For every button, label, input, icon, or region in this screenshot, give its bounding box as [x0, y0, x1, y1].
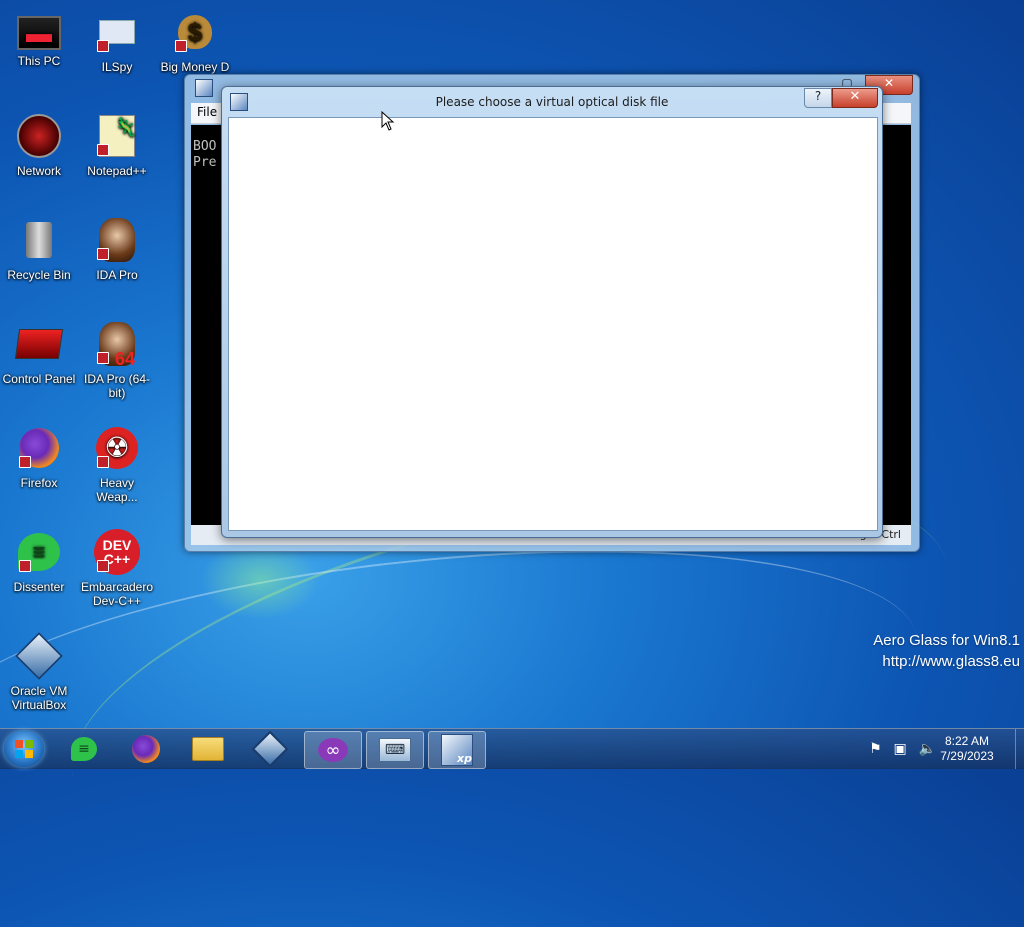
- wallpaper-glow: [200, 540, 320, 620]
- mouse-cursor-icon: [381, 111, 395, 131]
- desktop-icon-label: Network: [16, 164, 61, 178]
- control-panel-icon: [14, 320, 64, 368]
- folder-icon: [192, 737, 224, 761]
- desktop-icon-heavy-weapon[interactable]: ☢ Heavy Weap...: [78, 424, 156, 504]
- virtualbox-icon: [15, 632, 63, 680]
- aero-glass-watermark: Aero Glass for Win8.1 http://www.glass8.…: [873, 630, 1020, 672]
- flag-icon[interactable]: ⚑: [869, 741, 882, 757]
- dialog-title: Please choose a virtual optical disk fil…: [435, 95, 669, 109]
- taskbar-virtualbox-button[interactable]: [242, 730, 298, 768]
- windows-logo-icon: [15, 740, 33, 758]
- dev-cpp-icon: DEV C++: [93, 528, 141, 576]
- ida-pro-icon: [93, 216, 141, 264]
- virtualbox-app-icon: [195, 79, 213, 97]
- desktop-icon-dissenter[interactable]: ≡ Dissenter: [0, 528, 78, 594]
- taskbar-firefox-button[interactable]: [118, 731, 174, 767]
- desktop-icon-big-money[interactable]: $ Big Money D: [156, 8, 234, 74]
- desktop-icon-label: ILSpy: [101, 60, 133, 74]
- desktop-icon-label: This PC: [17, 54, 61, 68]
- close-button[interactable]: ✕: [832, 88, 878, 108]
- system-tray: ⚑ ▣ 🔈 8:22 AM 7/29/2023: [816, 729, 1016, 769]
- desktop-icon-label: Dissenter: [13, 580, 65, 594]
- desktop-icon-ilspy[interactable]: ILSpy: [78, 8, 156, 74]
- desktop-icon-ida-pro-64[interactable]: 64 IDA Pro (64-bit): [78, 320, 156, 400]
- desktop-icon-label: Embarcadero Dev-C++: [80, 580, 154, 608]
- desktop-icon-control-panel[interactable]: Control Panel: [0, 320, 78, 386]
- notepad-plus-plus-icon: 🦎: [93, 112, 141, 160]
- desktop-icon-label: IDA Pro (64-bit): [83, 372, 151, 400]
- menu-file[interactable]: File: [191, 103, 223, 121]
- help-button[interactable]: ?: [804, 88, 832, 108]
- keyboard-icon: ⌨: [379, 738, 411, 762]
- clock-date: 7/29/2023: [940, 749, 994, 763]
- firefox-icon: [132, 735, 160, 763]
- dialog-content-area: [228, 117, 878, 531]
- tray-icons: ⚑ ▣ 🔈: [861, 741, 936, 757]
- desktop-icon-label: Notepad++: [87, 164, 147, 178]
- desktop-icon-label: Big Money D: [160, 60, 230, 74]
- desktop-icon-label: Heavy Weap...: [96, 476, 138, 504]
- desktop-icon-label: IDA Pro: [96, 268, 138, 282]
- xp-vm-icon: xp: [441, 734, 473, 766]
- watermark-line1: Aero Glass for Win8.1: [873, 632, 1020, 649]
- infinity-icon: ∞: [318, 738, 348, 762]
- watermark-line2: http://www.glass8.eu: [882, 653, 1020, 670]
- optical-disk-file-dialog[interactable]: Please choose a virtual optical disk fil…: [221, 86, 883, 538]
- desktop-icon-dev-cpp[interactable]: DEV C++ Embarcadero Dev-C++: [78, 528, 156, 608]
- taskbar: ≡ ∞ ⌨ xp ⚑ ▣ 🔈 8:22 AM 7/29/2023: [0, 728, 1024, 769]
- radiation-icon: ☢: [93, 424, 141, 472]
- taskbar-dissenter-button[interactable]: ≡: [56, 731, 112, 767]
- network-icon: [15, 112, 63, 160]
- desktop-icon-recycle-bin[interactable]: Recycle Bin: [0, 216, 78, 282]
- dissenter-icon: ≡: [71, 737, 97, 761]
- desktop-icon-virtualbox[interactable]: Oracle VM VirtualBox: [0, 632, 78, 712]
- desktop-icon-firefox[interactable]: Firefox: [0, 424, 78, 490]
- show-desktop-button[interactable]: [1015, 729, 1024, 769]
- desktop-icon-label: Control Panel: [2, 372, 76, 386]
- taskbar-explorer-button[interactable]: [180, 731, 236, 767]
- money-bag-icon: $: [171, 8, 219, 56]
- virtualbox-icon: [251, 730, 289, 768]
- recycle-bin-icon: [15, 216, 63, 264]
- ilspy-icon: [93, 8, 141, 56]
- desktop-icon-ida-pro[interactable]: IDA Pro: [78, 216, 156, 282]
- desktop-icon-label: Oracle VM VirtualBox: [10, 684, 68, 712]
- firefox-icon: [15, 424, 63, 472]
- desktop-icon-label: Firefox: [20, 476, 58, 490]
- taskbar-purple-app-button[interactable]: ∞: [304, 731, 362, 769]
- taskbar-xp-vm-button[interactable]: xp: [428, 731, 486, 769]
- desktop-icon-notepad-plus-plus[interactable]: 🦎 Notepad++: [78, 112, 156, 178]
- ida-pro-64-icon: 64: [93, 320, 141, 368]
- dissenter-icon: ≡: [15, 528, 63, 576]
- desktop-icon-network[interactable]: Network: [0, 112, 78, 178]
- clock[interactable]: 8:22 AM 7/29/2023: [932, 734, 1002, 764]
- computer-icon: ▬: [17, 16, 61, 50]
- clock-time: 8:22 AM: [944, 734, 990, 748]
- network-tray-icon[interactable]: ▣: [894, 741, 907, 757]
- start-button[interactable]: [4, 731, 44, 767]
- taskbar-keyboard-app-button[interactable]: ⌨: [366, 731, 424, 769]
- desktop-icon-label: Recycle Bin: [7, 268, 71, 282]
- desktop-icon-this-pc[interactable]: ▬ This PC: [0, 8, 78, 68]
